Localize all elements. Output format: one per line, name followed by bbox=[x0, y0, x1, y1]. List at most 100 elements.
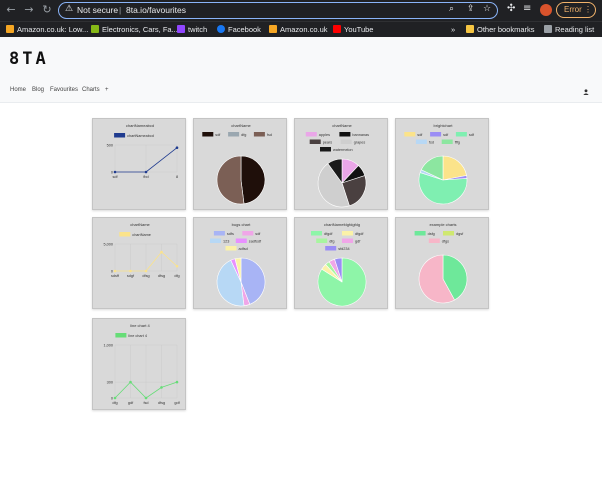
chart-card[interactable]: brightchart sdf sdf sdf fsd fffg bbox=[395, 118, 489, 210]
not-secure-label: Not secure bbox=[77, 5, 119, 15]
legend-swatch[interactable] bbox=[316, 238, 328, 244]
address-bar[interactable]: ⚠ Not secure | 8ta.io/favourites ⌕ ⇪ ☆ bbox=[58, 2, 498, 19]
share-icon[interactable]: ⇪ bbox=[467, 4, 475, 14]
data-point[interactable] bbox=[129, 380, 132, 384]
forward-arrow-icon[interactable]: → bbox=[22, 3, 36, 17]
chart-card[interactable]: chartName apples bannanas pears grapes waterm… bbox=[294, 118, 388, 210]
url-text[interactable]: 8ta.io/favourites bbox=[126, 3, 186, 17]
bookmark-electronics[interactable]: Electronics, Cars, Fa... bbox=[91, 24, 178, 35]
legend-swatch[interactable] bbox=[235, 238, 247, 244]
chart-title: brightchart bbox=[434, 123, 454, 128]
nav-charts[interactable]: Charts bbox=[82, 87, 100, 93]
legend-swatch[interactable] bbox=[339, 132, 351, 137]
media-control-icon[interactable]: ≡ bbox=[523, 3, 531, 14]
legend-swatch[interactable] bbox=[430, 132, 442, 137]
data-point[interactable] bbox=[160, 386, 163, 389]
legend-swatch[interactable] bbox=[404, 132, 416, 137]
data-point[interactable] bbox=[129, 269, 132, 273]
data-point[interactable] bbox=[144, 269, 148, 273]
bookmark-facebook[interactable]: Facebook bbox=[217, 24, 261, 35]
bookmark-label: Amazon.co.uk bbox=[280, 25, 328, 34]
extensions-icon[interactable]: ✣ bbox=[507, 3, 515, 14]
bookmark-label: Amazon.co.uk: Low... bbox=[17, 25, 89, 34]
user-icon[interactable] bbox=[583, 89, 589, 95]
chart-title: chartName bbox=[332, 123, 352, 128]
legend-label: fsd bbox=[267, 133, 272, 137]
legend-swatch[interactable] bbox=[213, 231, 225, 236]
bookmark-amazon[interactable]: Amazon.co.uk bbox=[269, 24, 328, 35]
legend-swatch[interactable] bbox=[115, 333, 127, 338]
chart-card[interactable]: chartNameabcd chartNameabcd 500 0 sdf fbd 8 bbox=[92, 118, 186, 210]
reading-list[interactable]: Reading list bbox=[544, 24, 594, 35]
bookmark-amazon-low[interactable]: Amazon.co.uk: Low... bbox=[6, 24, 88, 35]
y-tick-label: 5,000 bbox=[103, 243, 113, 247]
chart-card[interactable]: chartNamefdgfdgfdg dfgdf dfgdf dfg gdf sfd234 bbox=[294, 217, 388, 309]
chart-card[interactable]: chartName chartName 5,000 0 sdsff sdgf dfsg dfs… bbox=[92, 217, 186, 309]
profile-error-button[interactable]: Error ⋮ bbox=[556, 2, 596, 18]
legend-swatch[interactable] bbox=[114, 133, 126, 138]
bookmarks-bar: Amazon.co.uk: Low... Electronics, Cars, … bbox=[0, 21, 602, 37]
legend-swatch[interactable] bbox=[210, 238, 221, 244]
legend-swatch[interactable] bbox=[428, 238, 440, 244]
data-point[interactable] bbox=[175, 264, 179, 268]
bookmark-twitch[interactable]: twitch bbox=[177, 24, 207, 35]
legend-swatch[interactable] bbox=[253, 132, 265, 137]
chart-card[interactable]: chartName sdf dfg fsd bbox=[193, 118, 287, 210]
x-tick-label: sdgf bbox=[127, 274, 135, 278]
folder-icon bbox=[466, 25, 474, 33]
back-arrow-icon[interactable]: ← bbox=[4, 3, 18, 17]
nav-add[interactable]: + bbox=[105, 87, 109, 93]
avatar[interactable] bbox=[540, 4, 552, 16]
search-icon[interactable]: ⌕ bbox=[449, 4, 454, 14]
data-point[interactable] bbox=[113, 269, 117, 273]
data-point[interactable] bbox=[113, 396, 117, 400]
chart-card[interactable]: example charts dsfg dgsf dfgs bbox=[395, 217, 489, 309]
nav-home[interactable]: Home bbox=[10, 87, 26, 93]
legend-swatch[interactable] bbox=[311, 231, 322, 236]
legend-swatch[interactable] bbox=[119, 232, 131, 237]
legend-label: sfd234 bbox=[338, 247, 349, 251]
other-bookmarks-label: Other bookmarks bbox=[477, 25, 535, 34]
data-point[interactable] bbox=[144, 170, 148, 174]
other-bookmarks[interactable]: Other bookmarks bbox=[466, 24, 535, 35]
legend-swatch[interactable] bbox=[225, 246, 237, 251]
legend-swatch[interactable] bbox=[443, 231, 454, 236]
bookmarks-overflow-icon[interactable]: » bbox=[451, 24, 455, 35]
legend-swatch[interactable] bbox=[414, 231, 426, 236]
amazon-icon bbox=[6, 25, 14, 33]
legend-swatch[interactable] bbox=[242, 231, 254, 236]
data-point[interactable] bbox=[175, 380, 179, 384]
chart-card[interactable]: line chart 4 line chart 4 1,000 300 0 dfg gdf f… bbox=[92, 318, 186, 410]
legend-swatch[interactable] bbox=[340, 139, 352, 145]
x-tick-label: dfsg bbox=[158, 274, 165, 278]
legend-swatch[interactable] bbox=[202, 132, 214, 137]
nav-blog[interactable]: Blog bbox=[32, 87, 44, 93]
legend-label: dfg bbox=[241, 133, 246, 137]
legend-swatch[interactable] bbox=[441, 139, 453, 145]
legend-label: sdf bbox=[443, 133, 449, 137]
chart-svg: chartName apples bannanas pears grapeswaterm… bbox=[305, 123, 369, 208]
legend-swatch[interactable] bbox=[305, 132, 317, 137]
legend-swatch[interactable] bbox=[309, 139, 321, 145]
star-icon[interactable]: ☆ bbox=[483, 4, 491, 14]
legend-swatch[interactable] bbox=[415, 139, 427, 145]
data-point[interactable] bbox=[144, 396, 148, 400]
x-tick-label: gdf bbox=[174, 401, 180, 405]
nav-favourites[interactable]: Favourites bbox=[50, 87, 78, 93]
legend-swatch[interactable] bbox=[325, 246, 337, 251]
pie-slice[interactable] bbox=[216, 155, 245, 205]
legend-swatch[interactable] bbox=[342, 238, 353, 244]
data-point[interactable] bbox=[175, 146, 179, 149]
data-point[interactable] bbox=[160, 250, 163, 254]
bookmark-label: Electronics, Cars, Fa... bbox=[102, 25, 178, 34]
legend-swatch[interactable] bbox=[342, 231, 353, 236]
site-logo[interactable]: 8TA bbox=[9, 49, 49, 69]
reload-icon[interactable]: ↻ bbox=[40, 3, 54, 17]
legend-swatch[interactable] bbox=[455, 132, 467, 137]
chart-card[interactable]: bugs chart sdfs sdf 123 sadfsdf adfsd bbox=[193, 217, 287, 309]
data-point[interactable] bbox=[113, 170, 117, 174]
pie-slice[interactable] bbox=[240, 155, 266, 205]
bookmark-youtube[interactable]: YouTube bbox=[333, 24, 373, 35]
legend-swatch[interactable] bbox=[228, 132, 240, 137]
legend-swatch[interactable] bbox=[320, 147, 331, 152]
